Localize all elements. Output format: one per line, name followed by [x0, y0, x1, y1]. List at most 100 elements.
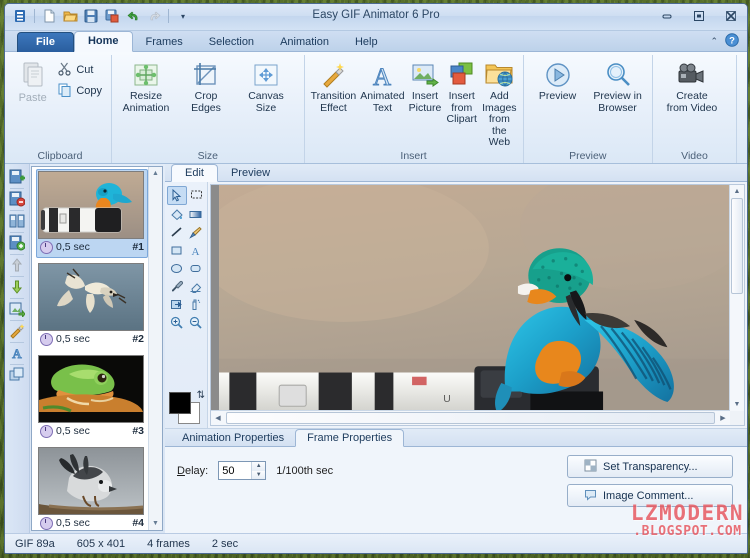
- zoom-out-tool-icon[interactable]: [187, 314, 205, 331]
- add-frame-icon[interactable]: [7, 168, 27, 187]
- marquee-select-tool-icon[interactable]: [188, 186, 206, 203]
- svg-text:U: U: [443, 393, 450, 404]
- set-transparency-button[interactable]: Set Transparency...: [567, 455, 733, 478]
- resize-animation-button[interactable]: Resize Animation: [117, 57, 175, 114]
- canvas-hscroll-thumb[interactable]: [226, 412, 715, 424]
- move-frame-down-icon[interactable]: [7, 278, 27, 297]
- insert-frame-icon[interactable]: [7, 234, 27, 253]
- status-duration: 2 sec: [211, 537, 239, 550]
- pointer-tool-icon[interactable]: [166, 185, 187, 205]
- canvas-vscroll-thumb[interactable]: [731, 197, 743, 294]
- scroll-down-icon[interactable]: ▼: [149, 517, 162, 530]
- delay-increment-icon[interactable]: ▲: [252, 462, 266, 471]
- ribbon-tab-strip: File Home Frames Selection Animation Hel…: [5, 31, 747, 52]
- transform-tool-icon[interactable]: [168, 296, 186, 313]
- insert-clipart-button[interactable]: Insert from Clipart: [444, 57, 479, 126]
- image-canvas-area[interactable]: U ▲ ▼ ◀ ▶: [210, 183, 745, 426]
- tab-preview[interactable]: Preview: [218, 165, 283, 181]
- duplicate-frame-icon[interactable]: [7, 212, 27, 231]
- delete-frame-icon[interactable]: [7, 190, 27, 209]
- canvas-scroll-up-icon[interactable]: ▲: [730, 185, 744, 198]
- add-images-web-button[interactable]: Add Images from the Web: [481, 57, 517, 149]
- insert-clipart-label-2: Clipart: [446, 113, 477, 125]
- scroll-up-icon[interactable]: ▲: [149, 167, 162, 180]
- rounded-rect-tool-icon[interactable]: [187, 260, 205, 277]
- foreground-color-swatch[interactable]: [169, 392, 191, 414]
- transition-effect-icon: [318, 59, 348, 91]
- ellipse-tool-icon[interactable]: [168, 260, 186, 277]
- text-tool-icon[interactable]: A: [7, 344, 27, 363]
- frame-item-1[interactable]: 0,5 sec #1: [36, 168, 148, 258]
- move-frame-up-icon[interactable]: [7, 256, 27, 275]
- collapse-ribbon-icon[interactable]: ⌃: [710, 36, 718, 47]
- delay-input[interactable]: [219, 462, 252, 479]
- insert-picture-button[interactable]: Insert Picture: [408, 57, 443, 114]
- zoom-in-tool-icon[interactable]: [168, 314, 186, 331]
- insert-clipart-label-1: Insert from: [448, 90, 475, 114]
- close-button[interactable]: [721, 8, 741, 24]
- frame-item-2[interactable]: 0,5 sec #2: [36, 261, 148, 350]
- overlay-icon[interactable]: [7, 366, 27, 385]
- preview-browser-button[interactable]: Preview in Browser: [589, 57, 647, 114]
- insert-picture-icon: [410, 59, 440, 91]
- crop-edges-label-1: Crop: [194, 90, 218, 102]
- ribbon-group-video: Create from Video Video: [651, 55, 736, 163]
- fill-bucket-tool-icon[interactable]: [168, 206, 186, 223]
- cut-button[interactable]: Cut: [53, 60, 106, 80]
- transition-effect-button[interactable]: Transition Effect: [310, 57, 358, 114]
- ribbon-tab-file[interactable]: File: [17, 32, 74, 52]
- delay-decrement-icon[interactable]: ▼: [252, 470, 266, 479]
- tool-row-7: [168, 296, 205, 313]
- tab-frame-properties[interactable]: Frame Properties: [295, 429, 405, 447]
- eyedropper-tool-icon[interactable]: [168, 278, 186, 295]
- canvas-horizontal-scrollbar[interactable]: ◀ ▶: [211, 410, 730, 425]
- ribbon-group-label-size: Size: [197, 149, 218, 162]
- effects-icon[interactable]: [7, 322, 27, 341]
- frames-toolbar-sep-1: [10, 187, 24, 189]
- animated-text-button[interactable]: A Animated Text: [359, 57, 405, 114]
- canvas-scroll-down-icon[interactable]: ▼: [730, 398, 744, 411]
- tab-edit[interactable]: Edit: [171, 163, 218, 182]
- minimize-button[interactable]: [657, 8, 677, 24]
- maximize-button[interactable]: [689, 8, 709, 24]
- text-tool-icon[interactable]: A: [187, 242, 205, 259]
- ribbon-tab-help[interactable]: Help: [342, 33, 391, 52]
- canvas-size-button[interactable]: Canvas Size: [237, 57, 295, 114]
- spray-tool-icon[interactable]: [187, 296, 205, 313]
- tab-animation-properties[interactable]: Animation Properties: [171, 430, 295, 446]
- delay-stepper[interactable]: ▲ ▼: [218, 461, 267, 480]
- rectangle-tool-icon[interactable]: [168, 242, 186, 259]
- set-transparency-label: Set Transparency...: [603, 460, 698, 473]
- swap-colors-icon[interactable]: ⇅: [197, 390, 205, 401]
- ribbon-tab-selection[interactable]: Selection: [196, 33, 267, 52]
- ribbon-tab-frames[interactable]: Frames: [133, 33, 196, 52]
- copy-button[interactable]: Copy: [53, 81, 106, 101]
- color-swatches[interactable]: ⇅: [169, 390, 205, 424]
- canvas-scroll-left-icon[interactable]: ◀: [211, 411, 225, 424]
- frame-list-scrollbar[interactable]: ▲ ▼: [148, 166, 162, 530]
- image-comment-button[interactable]: Image Comment...: [567, 484, 733, 507]
- edit-frame-icon[interactable]: [7, 300, 27, 319]
- frame-list[interactable]: 0,5 sec #1 0,5 sec #2 0,5 sec #3 0,5 sec…: [31, 165, 163, 531]
- help-icon[interactable]: ?: [725, 33, 739, 50]
- paste-button[interactable]: Paste: [14, 57, 51, 104]
- ribbon-tab-home[interactable]: Home: [73, 31, 133, 52]
- ribbon-tab-animation[interactable]: Animation: [267, 33, 342, 52]
- crop-edges-button[interactable]: Crop Edges: [177, 57, 235, 114]
- canvas-size-label-2: Size: [255, 101, 277, 114]
- eraser-tool-icon[interactable]: [187, 278, 205, 295]
- create-from-video-button[interactable]: Create from Video: [658, 57, 726, 114]
- status-format: GIF 89a: [15, 537, 55, 550]
- cut-label: Cut: [76, 64, 94, 76]
- ribbon: Paste Cut Copy Clipboard Resize Animatio…: [5, 52, 747, 164]
- gradient-tool-icon[interactable]: [187, 206, 205, 223]
- brush-tool-icon[interactable]: [187, 224, 205, 241]
- preview-button[interactable]: Preview: [529, 57, 587, 103]
- frame-item-4[interactable]: 0,5 sec #4: [36, 445, 148, 531]
- canvas-vertical-scrollbar[interactable]: ▲ ▼: [729, 184, 744, 411]
- line-tool-icon[interactable]: [168, 224, 186, 241]
- frame-item-3[interactable]: 0,5 sec #3: [36, 353, 148, 442]
- image-viewport[interactable]: U: [211, 184, 730, 411]
- ribbon-group-insert: Transition Effect A Animated Text Insert Pi…: [303, 55, 523, 163]
- canvas-scroll-right-icon[interactable]: ▶: [716, 411, 730, 424]
